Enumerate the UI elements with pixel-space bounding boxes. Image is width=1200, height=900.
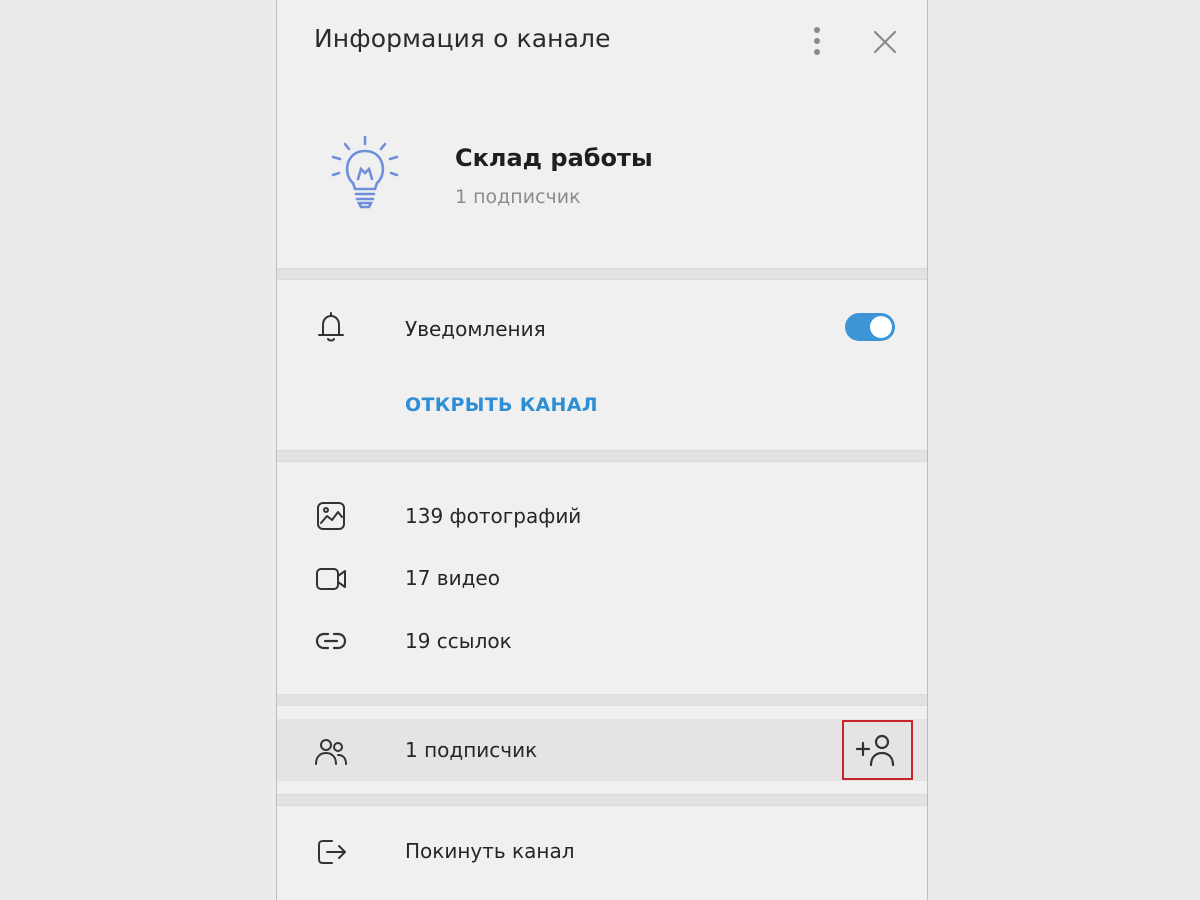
open-channel-row: ОТКРЫТЬ КАНАЛ: [277, 374, 927, 448]
media-label: 19 ссылок: [405, 629, 512, 653]
close-button[interactable]: [867, 24, 903, 60]
notifications-toggle[interactable]: [845, 313, 895, 341]
panel-title: Информация о канале: [314, 24, 611, 53]
section-divider: [277, 794, 927, 806]
subscribers-label: 1 подписчик: [405, 738, 538, 762]
open-channel-link[interactable]: ОТКРЫТЬ КАНАЛ: [405, 394, 598, 416]
add-user-icon: [855, 734, 895, 767]
channel-avatar[interactable]: [325, 133, 405, 213]
section-divider: [277, 450, 927, 462]
more-vertical-icon: [814, 27, 820, 55]
media-row-photos[interactable]: 139 фотографий: [277, 486, 927, 546]
add-member-button[interactable]: [842, 720, 913, 780]
notifications-label: Уведомления: [405, 317, 546, 341]
panel-header: Информация о канале: [277, 0, 927, 84]
video-icon: [316, 568, 346, 590]
channel-subscriber-count: 1 подписчик: [455, 186, 581, 208]
notifications-row[interactable]: Уведомления: [277, 280, 927, 374]
close-icon: [873, 30, 897, 54]
logout-icon: [318, 840, 346, 864]
section-divider: [277, 268, 927, 280]
channel-profile: Склад работы 1 подписчик: [277, 100, 927, 265]
section-divider: [277, 694, 927, 706]
media-row-links[interactable]: 19 ссылок: [277, 611, 927, 671]
lightbulb-icon: [331, 135, 399, 209]
media-label: 17 видео: [405, 566, 500, 590]
bell-icon: [318, 312, 344, 342]
media-label: 139 фотографий: [405, 504, 582, 528]
leave-channel-row[interactable]: Покинуть канал: [277, 818, 927, 884]
channel-name: Склад работы: [455, 144, 653, 172]
more-menu-button[interactable]: [801, 22, 833, 62]
toggle-knob: [870, 316, 892, 338]
photo-icon: [317, 502, 345, 530]
leave-channel-label: Покинуть канал: [405, 839, 575, 863]
channel-info-panel: Информация о канале Склад работы 1 подпи…: [276, 0, 928, 900]
users-icon: [315, 739, 347, 765]
subscribers-row[interactable]: 1 подписчик: [277, 719, 927, 781]
media-row-videos[interactable]: 17 видео: [277, 548, 927, 608]
link-icon: [315, 632, 347, 650]
